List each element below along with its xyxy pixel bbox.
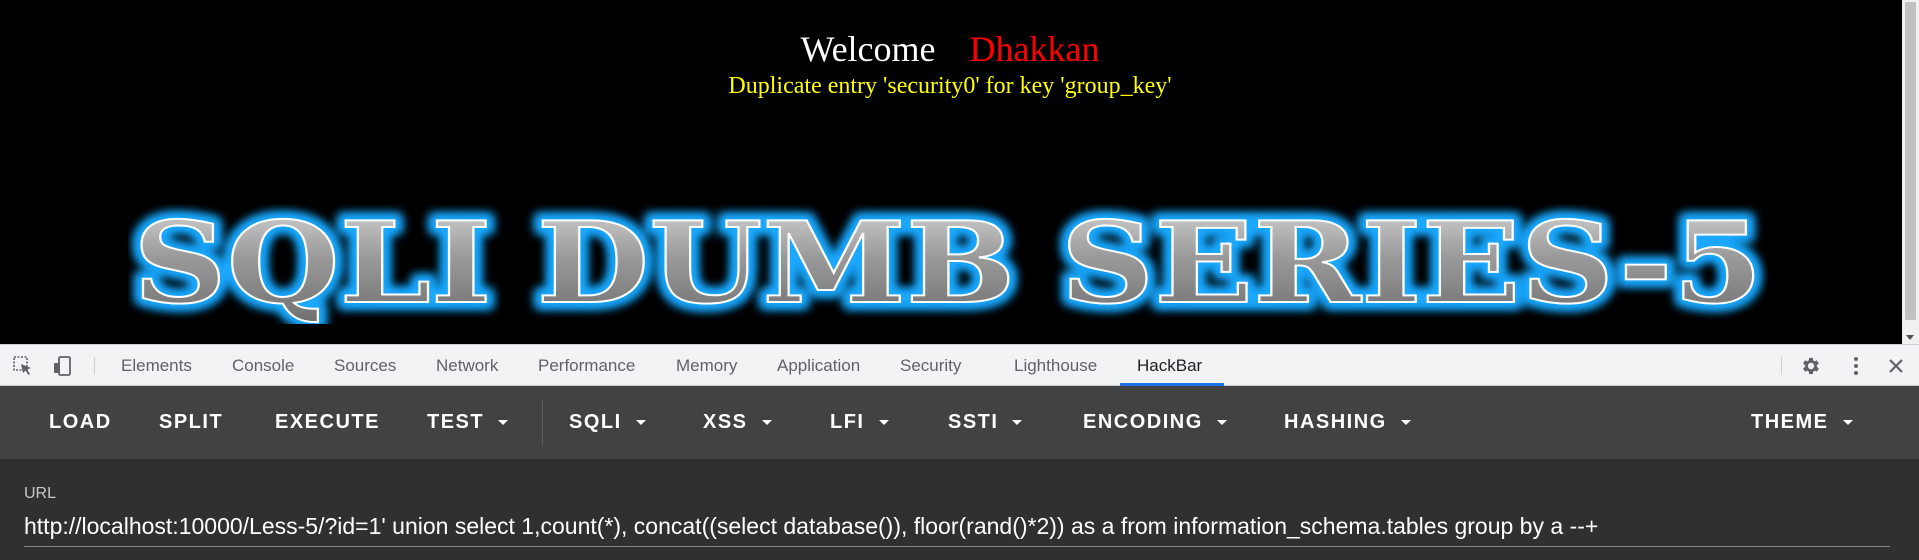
caret-down-icon bbox=[1012, 420, 1023, 426]
inspect-element-icon[interactable] bbox=[12, 355, 34, 377]
caret-down-icon bbox=[761, 420, 772, 426]
tab-memory[interactable]: Memory bbox=[676, 345, 737, 386]
load-button[interactable]: LOAD bbox=[49, 386, 112, 459]
caret-down-icon bbox=[635, 420, 646, 426]
caret-down-icon bbox=[1216, 420, 1227, 426]
toolbar-divider bbox=[94, 357, 95, 375]
caret-down-icon bbox=[498, 420, 509, 426]
close-icon[interactable] bbox=[1885, 355, 1907, 377]
page-viewport: Welcome Dhakkan Duplicate entry 'security… bbox=[0, 0, 1919, 344]
tab-security[interactable]: Security bbox=[900, 345, 961, 386]
lfi-dropdown[interactable]: LFI bbox=[830, 386, 889, 459]
ssti-dropdown[interactable]: SSTI bbox=[948, 386, 1023, 459]
settings-gear-icon[interactable] bbox=[1800, 355, 1822, 377]
tab-application[interactable]: Application bbox=[777, 345, 860, 386]
hashing-dropdown[interactable]: HASHING bbox=[1284, 386, 1411, 459]
encoding-label: ENCODING bbox=[1083, 411, 1203, 433]
theme-label: THEME bbox=[1751, 411, 1829, 433]
theme-dropdown[interactable]: THEME bbox=[1751, 386, 1853, 459]
ssti-label: SSTI bbox=[948, 411, 999, 433]
url-field-label: URL bbox=[24, 485, 57, 502]
device-toolbar-icon[interactable] bbox=[52, 355, 74, 377]
tab-hackbar[interactable]: HackBar bbox=[1137, 345, 1202, 386]
page-scrollbar[interactable] bbox=[1902, 0, 1919, 344]
url-input[interactable] bbox=[24, 507, 1890, 547]
test-dropdown[interactable]: TEST bbox=[427, 386, 509, 459]
welcome-line: Welcome Dhakkan bbox=[0, 28, 1900, 70]
sql-error-message: Duplicate entry 'security0' for key 'gro… bbox=[728, 73, 1172, 99]
scroll-down-icon[interactable] bbox=[1906, 335, 1914, 340]
caret-down-icon bbox=[1842, 420, 1853, 426]
tab-sources[interactable]: Sources bbox=[334, 345, 396, 386]
banner-title: SQLI DUMB SERIES-5 bbox=[133, 204, 1763, 324]
split-button[interactable]: SPLIT bbox=[159, 386, 223, 459]
toolbar-divider bbox=[1781, 357, 1782, 375]
sqli-label: SQLI bbox=[569, 411, 622, 433]
split-label: SPLIT bbox=[159, 411, 224, 433]
execute-button[interactable]: EXECUTE bbox=[275, 386, 380, 459]
hashing-label: HASHING bbox=[1284, 411, 1387, 433]
caret-down-icon bbox=[1400, 420, 1411, 426]
more-vert-icon[interactable] bbox=[1845, 355, 1867, 377]
execute-label: EXECUTE bbox=[275, 411, 380, 433]
banner-image: SQLI DUMB SERIES-5 SQLI DUMB SERIES-5 bbox=[127, 192, 1769, 335]
encoding-dropdown[interactable]: ENCODING bbox=[1083, 386, 1227, 459]
devtools-tab-bar: Elements Console Sources Network Perform… bbox=[0, 344, 1919, 386]
lfi-label: LFI bbox=[830, 411, 865, 433]
tab-console[interactable]: Console bbox=[232, 345, 294, 386]
xss-dropdown[interactable]: XSS bbox=[703, 386, 772, 459]
toolbar-divider bbox=[542, 400, 543, 445]
hackbar-toolbar: LOAD SPLIT EXECUTE TEST SQLI XSS LFI SST… bbox=[0, 386, 1919, 459]
username-text: Dhakkan bbox=[969, 29, 1100, 69]
welcome-text: Welcome bbox=[800, 29, 936, 69]
caret-down-icon bbox=[878, 420, 889, 426]
sqli-dropdown[interactable]: SQLI bbox=[569, 386, 646, 459]
tab-network[interactable]: Network bbox=[436, 345, 498, 386]
xss-label: XSS bbox=[703, 411, 748, 433]
load-label: LOAD bbox=[49, 411, 112, 433]
scrollbar-thumb[interactable] bbox=[1905, 2, 1916, 320]
test-label: TEST bbox=[427, 411, 485, 433]
tab-lighthouse[interactable]: Lighthouse bbox=[1014, 345, 1097, 386]
tab-elements[interactable]: Elements bbox=[121, 345, 192, 386]
url-panel: URL bbox=[0, 459, 1919, 560]
tab-performance[interactable]: Performance bbox=[538, 345, 635, 386]
